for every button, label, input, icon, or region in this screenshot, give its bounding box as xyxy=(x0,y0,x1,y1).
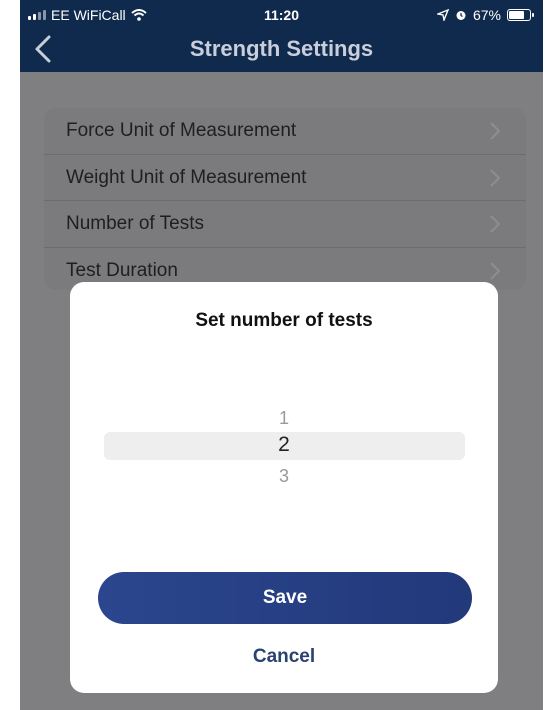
picker-option-3[interactable]: 3 xyxy=(70,466,498,487)
save-button[interactable]: Save xyxy=(98,572,472,624)
battery-percent: 67% xyxy=(472,7,501,23)
chevron-right-icon xyxy=(490,215,501,233)
location-arrow-icon xyxy=(436,9,449,21)
chevron-right-icon xyxy=(490,168,501,187)
settings-list: Force Unit of Measurement Weight Unit of… xyxy=(44,108,526,290)
number-of-tests-dialog: Set number of tests 1 2 3 Save Cancel xyxy=(70,282,498,693)
settings-item-number-of-tests[interactable]: Number of Tests xyxy=(44,201,526,248)
page-title: Strength Settings xyxy=(189,36,374,61)
settings-item-label: Weight Unit of Measurement xyxy=(66,166,307,188)
picker-option-2-selected[interactable]: 2 xyxy=(70,433,498,457)
battery-icon xyxy=(507,9,534,21)
cancel-button[interactable]: Cancel xyxy=(70,646,498,668)
chevron-right-icon xyxy=(490,261,501,280)
status-bar: EE WiFiCall 11:20 67% xyxy=(20,0,543,30)
top-bar: EE WiFiCall 11:20 67% Strength Settings xyxy=(20,0,543,72)
alarm-icon xyxy=(456,11,466,20)
battery-fill xyxy=(509,11,524,19)
settings-item-label: Number of Tests xyxy=(66,213,204,234)
dialog-title: Set number of tests xyxy=(195,310,373,331)
chevron-right-icon xyxy=(490,122,501,140)
settings-item-force-unit[interactable]: Force Unit of Measurement xyxy=(44,108,526,155)
status-right: 67% xyxy=(436,7,534,23)
phone-screen: EE WiFiCall 11:20 67% Strength Settings … xyxy=(20,0,543,710)
settings-item-weight-unit[interactable]: Weight Unit of Measurement xyxy=(44,155,526,201)
picker-option-1[interactable]: 1 xyxy=(70,408,498,429)
settings-item-label: Force Unit of Measurement xyxy=(66,120,297,141)
settings-item-label: Test Duration xyxy=(66,259,178,281)
